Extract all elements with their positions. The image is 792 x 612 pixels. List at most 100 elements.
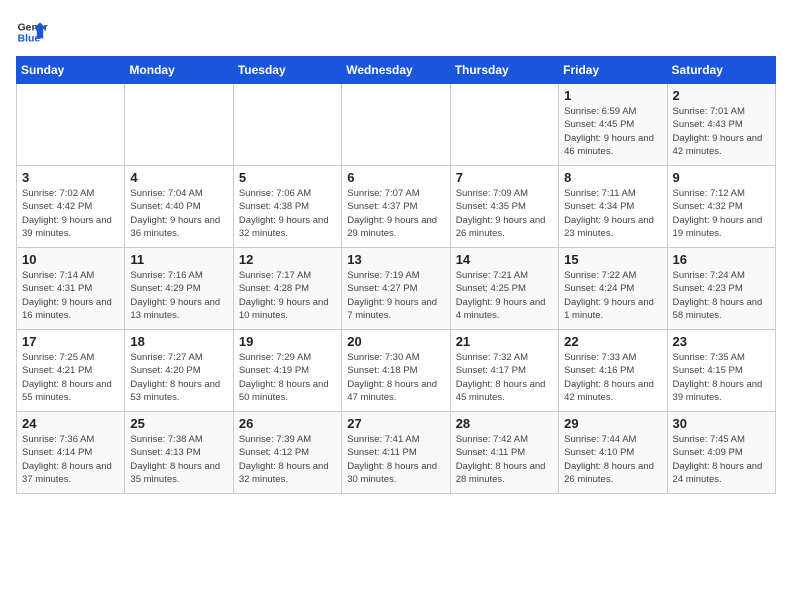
day-number: 30: [673, 416, 770, 431]
calendar-week-row: 24 Sunrise: 7:36 AM Sunset: 4:14 PM Dayli…: [17, 412, 776, 494]
day-number: 8: [564, 170, 661, 185]
calendar-day-cell: 20 Sunrise: 7:30 AM Sunset: 4:18 PM Dayli…: [342, 330, 450, 412]
calendar-body: 1Sunrise: 6:59 AM Sunset: 4:45 PM Daylig…: [17, 84, 776, 494]
day-number: 28: [456, 416, 553, 431]
day-info: Sunrise: 7:32 AM Sunset: 4:17 PM Dayligh…: [456, 351, 553, 404]
day-info: Sunrise: 7:35 AM Sunset: 4:15 PM Dayligh…: [673, 351, 770, 404]
day-info: Sunrise: 7:30 AM Sunset: 4:18 PM Dayligh…: [347, 351, 444, 404]
day-number: 17: [22, 334, 119, 349]
day-info: Sunrise: 7:45 AM Sunset: 4:09 PM Dayligh…: [673, 433, 770, 486]
day-number: 10: [22, 252, 119, 267]
calendar-day-cell: 17 Sunrise: 7:25 AM Sunset: 4:21 PM Dayli…: [17, 330, 125, 412]
day-number: 18: [130, 334, 227, 349]
day-info: Sunrise: 7:17 AM Sunset: 4:28 PM Dayligh…: [239, 269, 336, 322]
day-info: Sunrise: 7:06 AM Sunset: 4:38 PM Dayligh…: [239, 187, 336, 240]
calendar-day-cell: 29 Sunrise: 7:44 AM Sunset: 4:10 PM Dayli…: [559, 412, 667, 494]
day-number: 19: [239, 334, 336, 349]
day-number: 2: [673, 88, 770, 103]
calendar-day-cell: 25 Sunrise: 7:38 AM Sunset: 4:13 PM Dayli…: [125, 412, 233, 494]
day-info: Sunrise: 7:25 AM Sunset: 4:21 PM Dayligh…: [22, 351, 119, 404]
calendar-day-cell: 2 Sunrise: 7:01 AM Sunset: 4:43 PM Daylig…: [667, 84, 775, 166]
day-number: 4: [130, 170, 227, 185]
calendar-day-cell: 12 Sunrise: 7:17 AM Sunset: 4:28 PM Dayli…: [233, 248, 341, 330]
calendar-day-cell: 24 Sunrise: 7:36 AM Sunset: 4:14 PM Dayli…: [17, 412, 125, 494]
day-number: 11: [130, 252, 227, 267]
logo: General Blue: [16, 16, 48, 48]
day-info: Sunrise: 7:39 AM Sunset: 4:12 PM Dayligh…: [239, 433, 336, 486]
day-number: 26: [239, 416, 336, 431]
day-number: 24: [22, 416, 119, 431]
calendar-day-cell: [233, 84, 341, 166]
day-info: Sunrise: 7:14 AM Sunset: 4:31 PM Dayligh…: [22, 269, 119, 322]
calendar-day-cell: 19 Sunrise: 7:29 AM Sunset: 4:19 PM Dayli…: [233, 330, 341, 412]
day-info: Sunrise: 7:41 AM Sunset: 4:11 PM Dayligh…: [347, 433, 444, 486]
calendar-day-cell: [342, 84, 450, 166]
day-info: Sunrise: 7:44 AM Sunset: 4:10 PM Dayligh…: [564, 433, 661, 486]
calendar-week-row: 1Sunrise: 6:59 AM Sunset: 4:45 PM Daylig…: [17, 84, 776, 166]
weekday-header-cell: Thursday: [450, 57, 558, 84]
day-info: Sunrise: 7:36 AM Sunset: 4:14 PM Dayligh…: [22, 433, 119, 486]
weekday-header-cell: Saturday: [667, 57, 775, 84]
day-info: Sunrise: 7:27 AM Sunset: 4:20 PM Dayligh…: [130, 351, 227, 404]
day-number: 5: [239, 170, 336, 185]
calendar-day-cell: 27Sunrise: 7:41 AM Sunset: 4:11 PM Dayli…: [342, 412, 450, 494]
calendar-day-cell: 5 Sunrise: 7:06 AM Sunset: 4:38 PM Daylig…: [233, 166, 341, 248]
day-number: 29: [564, 416, 661, 431]
page-header: General Blue: [16, 16, 776, 48]
calendar-day-cell: [17, 84, 125, 166]
calendar-week-row: 10 Sunrise: 7:14 AM Sunset: 4:31 PM Dayli…: [17, 248, 776, 330]
day-number: 25: [130, 416, 227, 431]
calendar-day-cell: 30 Sunrise: 7:45 AM Sunset: 4:09 PM Dayli…: [667, 412, 775, 494]
calendar-day-cell: 4Sunrise: 7:04 AM Sunset: 4:40 PM Daylig…: [125, 166, 233, 248]
day-info: Sunrise: 7:11 AM Sunset: 4:34 PM Dayligh…: [564, 187, 661, 240]
day-number: 13: [347, 252, 444, 267]
weekday-header-row: SundayMondayTuesdayWednesdayThursdayFrid…: [17, 57, 776, 84]
day-info: Sunrise: 7:33 AM Sunset: 4:16 PM Dayligh…: [564, 351, 661, 404]
calendar-day-cell: 1Sunrise: 6:59 AM Sunset: 4:45 PM Daylig…: [559, 84, 667, 166]
weekday-header-cell: Sunday: [17, 57, 125, 84]
day-info: Sunrise: 7:02 AM Sunset: 4:42 PM Dayligh…: [22, 187, 119, 240]
calendar-day-cell: 6Sunrise: 7:07 AM Sunset: 4:37 PM Daylig…: [342, 166, 450, 248]
day-info: Sunrise: 7:38 AM Sunset: 4:13 PM Dayligh…: [130, 433, 227, 486]
day-number: 16: [673, 252, 770, 267]
day-number: 21: [456, 334, 553, 349]
weekday-header-cell: Tuesday: [233, 57, 341, 84]
calendar-day-cell: 11 Sunrise: 7:16 AM Sunset: 4:29 PM Dayli…: [125, 248, 233, 330]
day-number: 20: [347, 334, 444, 349]
day-info: Sunrise: 7:42 AM Sunset: 4:11 PM Dayligh…: [456, 433, 553, 486]
day-info: Sunrise: 7:29 AM Sunset: 4:19 PM Dayligh…: [239, 351, 336, 404]
logo-icon: General Blue: [16, 16, 48, 48]
day-info: Sunrise: 7:16 AM Sunset: 4:29 PM Dayligh…: [130, 269, 227, 322]
day-number: 3: [22, 170, 119, 185]
calendar-week-row: 17 Sunrise: 7:25 AM Sunset: 4:21 PM Dayli…: [17, 330, 776, 412]
calendar-day-cell: 28 Sunrise: 7:42 AM Sunset: 4:11 PM Dayli…: [450, 412, 558, 494]
day-info: Sunrise: 7:19 AM Sunset: 4:27 PM Dayligh…: [347, 269, 444, 322]
calendar-day-cell: 3 Sunrise: 7:02 AM Sunset: 4:42 PM Daylig…: [17, 166, 125, 248]
calendar-day-cell: [450, 84, 558, 166]
calendar-day-cell: 26 Sunrise: 7:39 AM Sunset: 4:12 PM Dayli…: [233, 412, 341, 494]
calendar-day-cell: 21 Sunrise: 7:32 AM Sunset: 4:17 PM Dayli…: [450, 330, 558, 412]
day-number: 23: [673, 334, 770, 349]
calendar-day-cell: 7Sunrise: 7:09 AM Sunset: 4:35 PM Daylig…: [450, 166, 558, 248]
day-info: Sunrise: 7:22 AM Sunset: 4:24 PM Dayligh…: [564, 269, 661, 322]
calendar-day-cell: 10 Sunrise: 7:14 AM Sunset: 4:31 PM Dayli…: [17, 248, 125, 330]
day-number: 15: [564, 252, 661, 267]
day-number: 1: [564, 88, 661, 103]
day-info: Sunrise: 7:21 AM Sunset: 4:25 PM Dayligh…: [456, 269, 553, 322]
calendar-week-row: 3 Sunrise: 7:02 AM Sunset: 4:42 PM Daylig…: [17, 166, 776, 248]
day-number: 14: [456, 252, 553, 267]
calendar-day-cell: 15 Sunrise: 7:22 AM Sunset: 4:24 PM Dayli…: [559, 248, 667, 330]
day-number: 12: [239, 252, 336, 267]
day-info: Sunrise: 7:07 AM Sunset: 4:37 PM Dayligh…: [347, 187, 444, 240]
weekday-header-cell: Friday: [559, 57, 667, 84]
calendar-day-cell: 8 Sunrise: 7:11 AM Sunset: 4:34 PM Daylig…: [559, 166, 667, 248]
calendar-day-cell: 13 Sunrise: 7:19 AM Sunset: 4:27 PM Dayli…: [342, 248, 450, 330]
calendar-day-cell: 16 Sunrise: 7:24 AM Sunset: 4:23 PM Dayli…: [667, 248, 775, 330]
calendar-day-cell: 22Sunrise: 7:33 AM Sunset: 4:16 PM Dayli…: [559, 330, 667, 412]
day-info: Sunrise: 7:24 AM Sunset: 4:23 PM Dayligh…: [673, 269, 770, 322]
calendar-day-cell: [125, 84, 233, 166]
calendar-day-cell: 9Sunrise: 7:12 AM Sunset: 4:32 PM Daylig…: [667, 166, 775, 248]
calendar-day-cell: 14 Sunrise: 7:21 AM Sunset: 4:25 PM Dayli…: [450, 248, 558, 330]
day-info: Sunrise: 7:01 AM Sunset: 4:43 PM Dayligh…: [673, 105, 770, 158]
weekday-header-cell: Wednesday: [342, 57, 450, 84]
